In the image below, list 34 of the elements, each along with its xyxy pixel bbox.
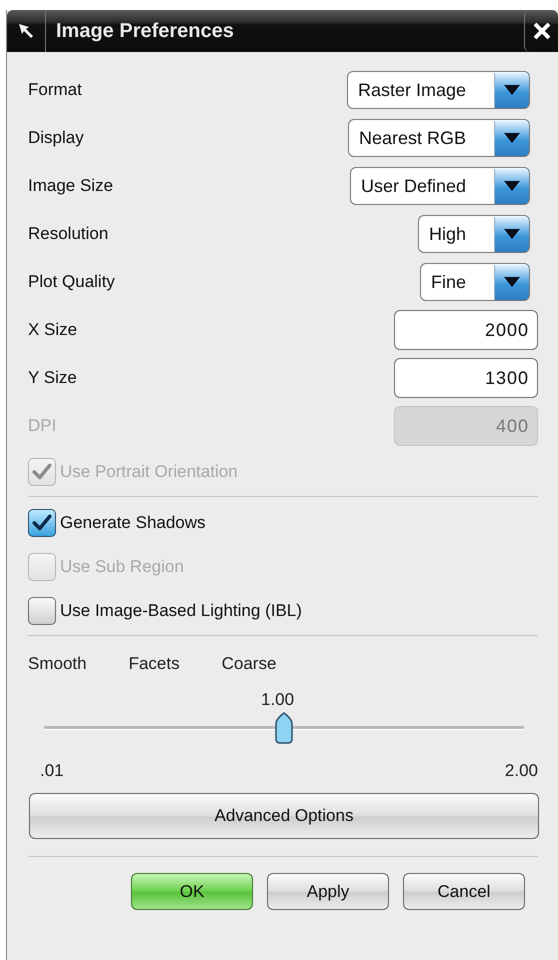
checkbox-label: Use Image-Based Lighting (IBL) — [60, 601, 302, 621]
scale-label: Coarse — [222, 654, 276, 674]
field-label: Format — [28, 80, 82, 100]
dialog-button[interactable]: OK — [131, 873, 253, 910]
dropdown[interactable]: User Defined — [350, 167, 530, 205]
dropdown[interactable]: High — [418, 215, 530, 253]
window-title: Image Preferences — [56, 20, 235, 42]
field-label: Y Size — [28, 368, 77, 388]
number-field[interactable]: 2000 — [394, 310, 538, 350]
advanced-options-button[interactable]: Advanced Options — [29, 793, 539, 839]
min-label: .01 — [40, 761, 64, 781]
field-label: Display — [28, 128, 84, 148]
field-label: Resolution — [28, 224, 108, 244]
dropdown[interactable]: Raster Image — [346, 71, 530, 109]
dialog-button[interactable]: Cancel — [403, 873, 525, 910]
max-label: 2.00 — [504, 761, 538, 781]
checkbox[interactable] — [28, 509, 56, 537]
checkbox-label: Use Portrait Orientation — [60, 462, 238, 482]
field-label: Image Size — [28, 176, 114, 196]
field-label: Plot Quality — [28, 272, 115, 292]
dropdown[interactable]: Nearest RGB — [348, 119, 530, 157]
close-icon — [532, 21, 552, 41]
dialog-button[interactable]: Apply — [267, 873, 389, 910]
slider-thumb[interactable] — [275, 712, 293, 744]
field-label: X Size — [28, 320, 78, 340]
checkbox-label: Use Sub Region — [60, 557, 184, 577]
slider-value: 1.00 — [261, 690, 294, 711]
scale-label: Smooth — [28, 654, 87, 674]
field-label: DPI — [28, 416, 56, 436]
checkbox[interactable] — [28, 597, 56, 625]
dropdown[interactable]: Fine — [420, 263, 530, 301]
number-field[interactable]: 1300 — [394, 358, 538, 398]
checkbox-label: Generate Shadows — [60, 513, 206, 533]
scale-label: Facets — [128, 654, 180, 674]
